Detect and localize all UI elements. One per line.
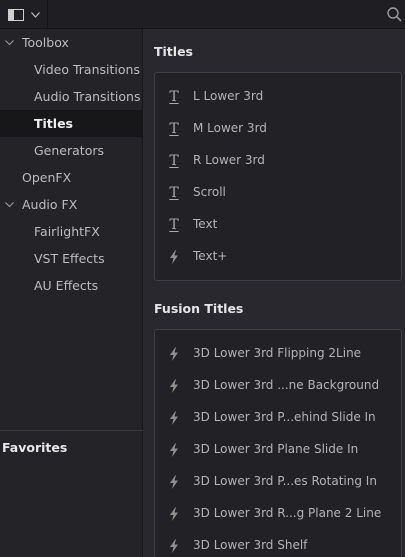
sidebar-item-au-effects[interactable]: AU Effects [0, 272, 143, 299]
list-item-label: 3D Lower 3rd R...g Plane 2 Line [193, 506, 382, 520]
list-item[interactable]: T R Lower 3rd [155, 145, 401, 177]
list-item[interactable]: 3D Lower 3rd Flipping 2Line [155, 338, 401, 370]
list-item-label: 3D Lower 3rd P...es Rotating In [193, 474, 377, 488]
text-title-icon: T [169, 121, 179, 137]
search-button[interactable] [383, 0, 405, 29]
list-item[interactable]: 3D Lower 3rd ...ne Background [155, 370, 401, 402]
fusion-bolt-icon [167, 249, 181, 265]
list-item-label: 3D Lower 3rd P...ehind Slide In [193, 410, 376, 424]
list-item-label: M Lower 3rd [193, 121, 267, 135]
sidebar-item-video-transitions[interactable]: Video Transitions [0, 56, 143, 83]
list-item-label: 3D Lower 3rd Flipping 2Line [193, 346, 362, 360]
favorites-label[interactable]: Favorites [2, 440, 67, 455]
list-item[interactable]: T L Lower 3rd [155, 81, 401, 113]
sidebar-item-label: Toolbox [22, 35, 69, 50]
sidebar-item-audio-fx[interactable]: Audio FX [0, 191, 143, 218]
titles-heading: Titles [154, 44, 193, 59]
fusion-bolt-icon [167, 442, 181, 458]
sidebar-item-label: Titles [34, 116, 73, 131]
list-item-label: R Lower 3rd [193, 153, 265, 167]
list-item[interactable]: 3D Lower 3rd Shelf [155, 530, 401, 557]
sidebar-item-label: VST Effects [34, 251, 105, 266]
fusion-titles-group: 3D Lower 3rd Flipping 2Line 3D Lower 3rd… [154, 329, 402, 557]
sidebar-item-generators[interactable]: Generators [0, 137, 143, 164]
toolbar [0, 0, 405, 29]
chevron-down-icon[interactable] [5, 38, 14, 47]
list-item[interactable]: T Scroll [155, 177, 401, 209]
sidebar-item-label: FairlightFX [34, 224, 100, 239]
text-title-icon: T [169, 217, 179, 233]
search-icon [386, 7, 402, 22]
fusion-titles-heading: Fusion Titles [154, 301, 244, 316]
sidebar-item-toolbox[interactable]: Toolbox [0, 29, 143, 56]
chevron-down-icon[interactable] [30, 11, 40, 18]
fusion-bolt-icon [167, 506, 181, 522]
sidebar-item-label: AU Effects [34, 278, 99, 293]
text-title-icon: T [169, 89, 179, 105]
sidebar-item-label: Video Transitions [34, 62, 140, 77]
list-item[interactable]: 3D Lower 3rd P...ehind Slide In [155, 402, 401, 434]
fusion-bolt-icon [167, 538, 181, 554]
favorites-divider [0, 430, 143, 431]
list-item[interactable]: T M Lower 3rd [155, 113, 401, 145]
sidebar-item-titles[interactable]: Titles [0, 110, 143, 137]
sidebar: Toolbox Video Transitions Audio Transiti… [0, 29, 143, 557]
sidebar-item-label: Generators [34, 143, 104, 158]
panel-toggle-icon [7, 8, 24, 21]
list-item-label: Scroll [193, 185, 226, 199]
sidebar-item-label: OpenFX [22, 170, 72, 185]
sidebar-item-label: Audio FX [22, 197, 78, 212]
list-item-label: Text+ [193, 249, 228, 263]
list-item[interactable]: 3D Lower 3rd R...g Plane 2 Line [155, 498, 401, 530]
list-item-label: L Lower 3rd [193, 89, 264, 103]
panel-toggle-button[interactable] [0, 0, 48, 29]
fusion-bolt-icon [167, 474, 181, 490]
fusion-bolt-icon [167, 410, 181, 426]
list-item-label: 3D Lower 3rd ...ne Background [193, 378, 380, 392]
list-item[interactable]: T Text [155, 209, 401, 241]
effects-list: Titles T L Lower 3rd T M Lower 3rd T R L… [144, 29, 405, 557]
fusion-bolt-icon [167, 346, 181, 362]
titles-group: T L Lower 3rd T M Lower 3rd T R Lower 3r… [154, 72, 402, 281]
list-item[interactable]: Text+ [155, 241, 401, 273]
sidebar-item-fairlightfx[interactable]: FairlightFX [0, 218, 143, 245]
sidebar-item-audio-transitions[interactable]: Audio Transitions [0, 83, 143, 110]
text-title-icon: T [169, 185, 179, 201]
sidebar-item-vst-effects[interactable]: VST Effects [0, 245, 143, 272]
fusion-bolt-icon [167, 378, 181, 394]
text-title-icon: T [169, 153, 179, 169]
list-item-label: 3D Lower 3rd Shelf [193, 538, 308, 552]
list-item-label: Text [193, 217, 218, 231]
sidebar-item-openfx[interactable]: OpenFX [0, 164, 143, 191]
chevron-down-icon[interactable] [5, 200, 14, 209]
list-item[interactable]: 3D Lower 3rd Plane Slide In [155, 434, 401, 466]
list-item[interactable]: 3D Lower 3rd P...es Rotating In [155, 466, 401, 498]
sidebar-item-label: Audio Transitions [34, 89, 141, 104]
list-item-label: 3D Lower 3rd Plane Slide In [193, 442, 359, 456]
